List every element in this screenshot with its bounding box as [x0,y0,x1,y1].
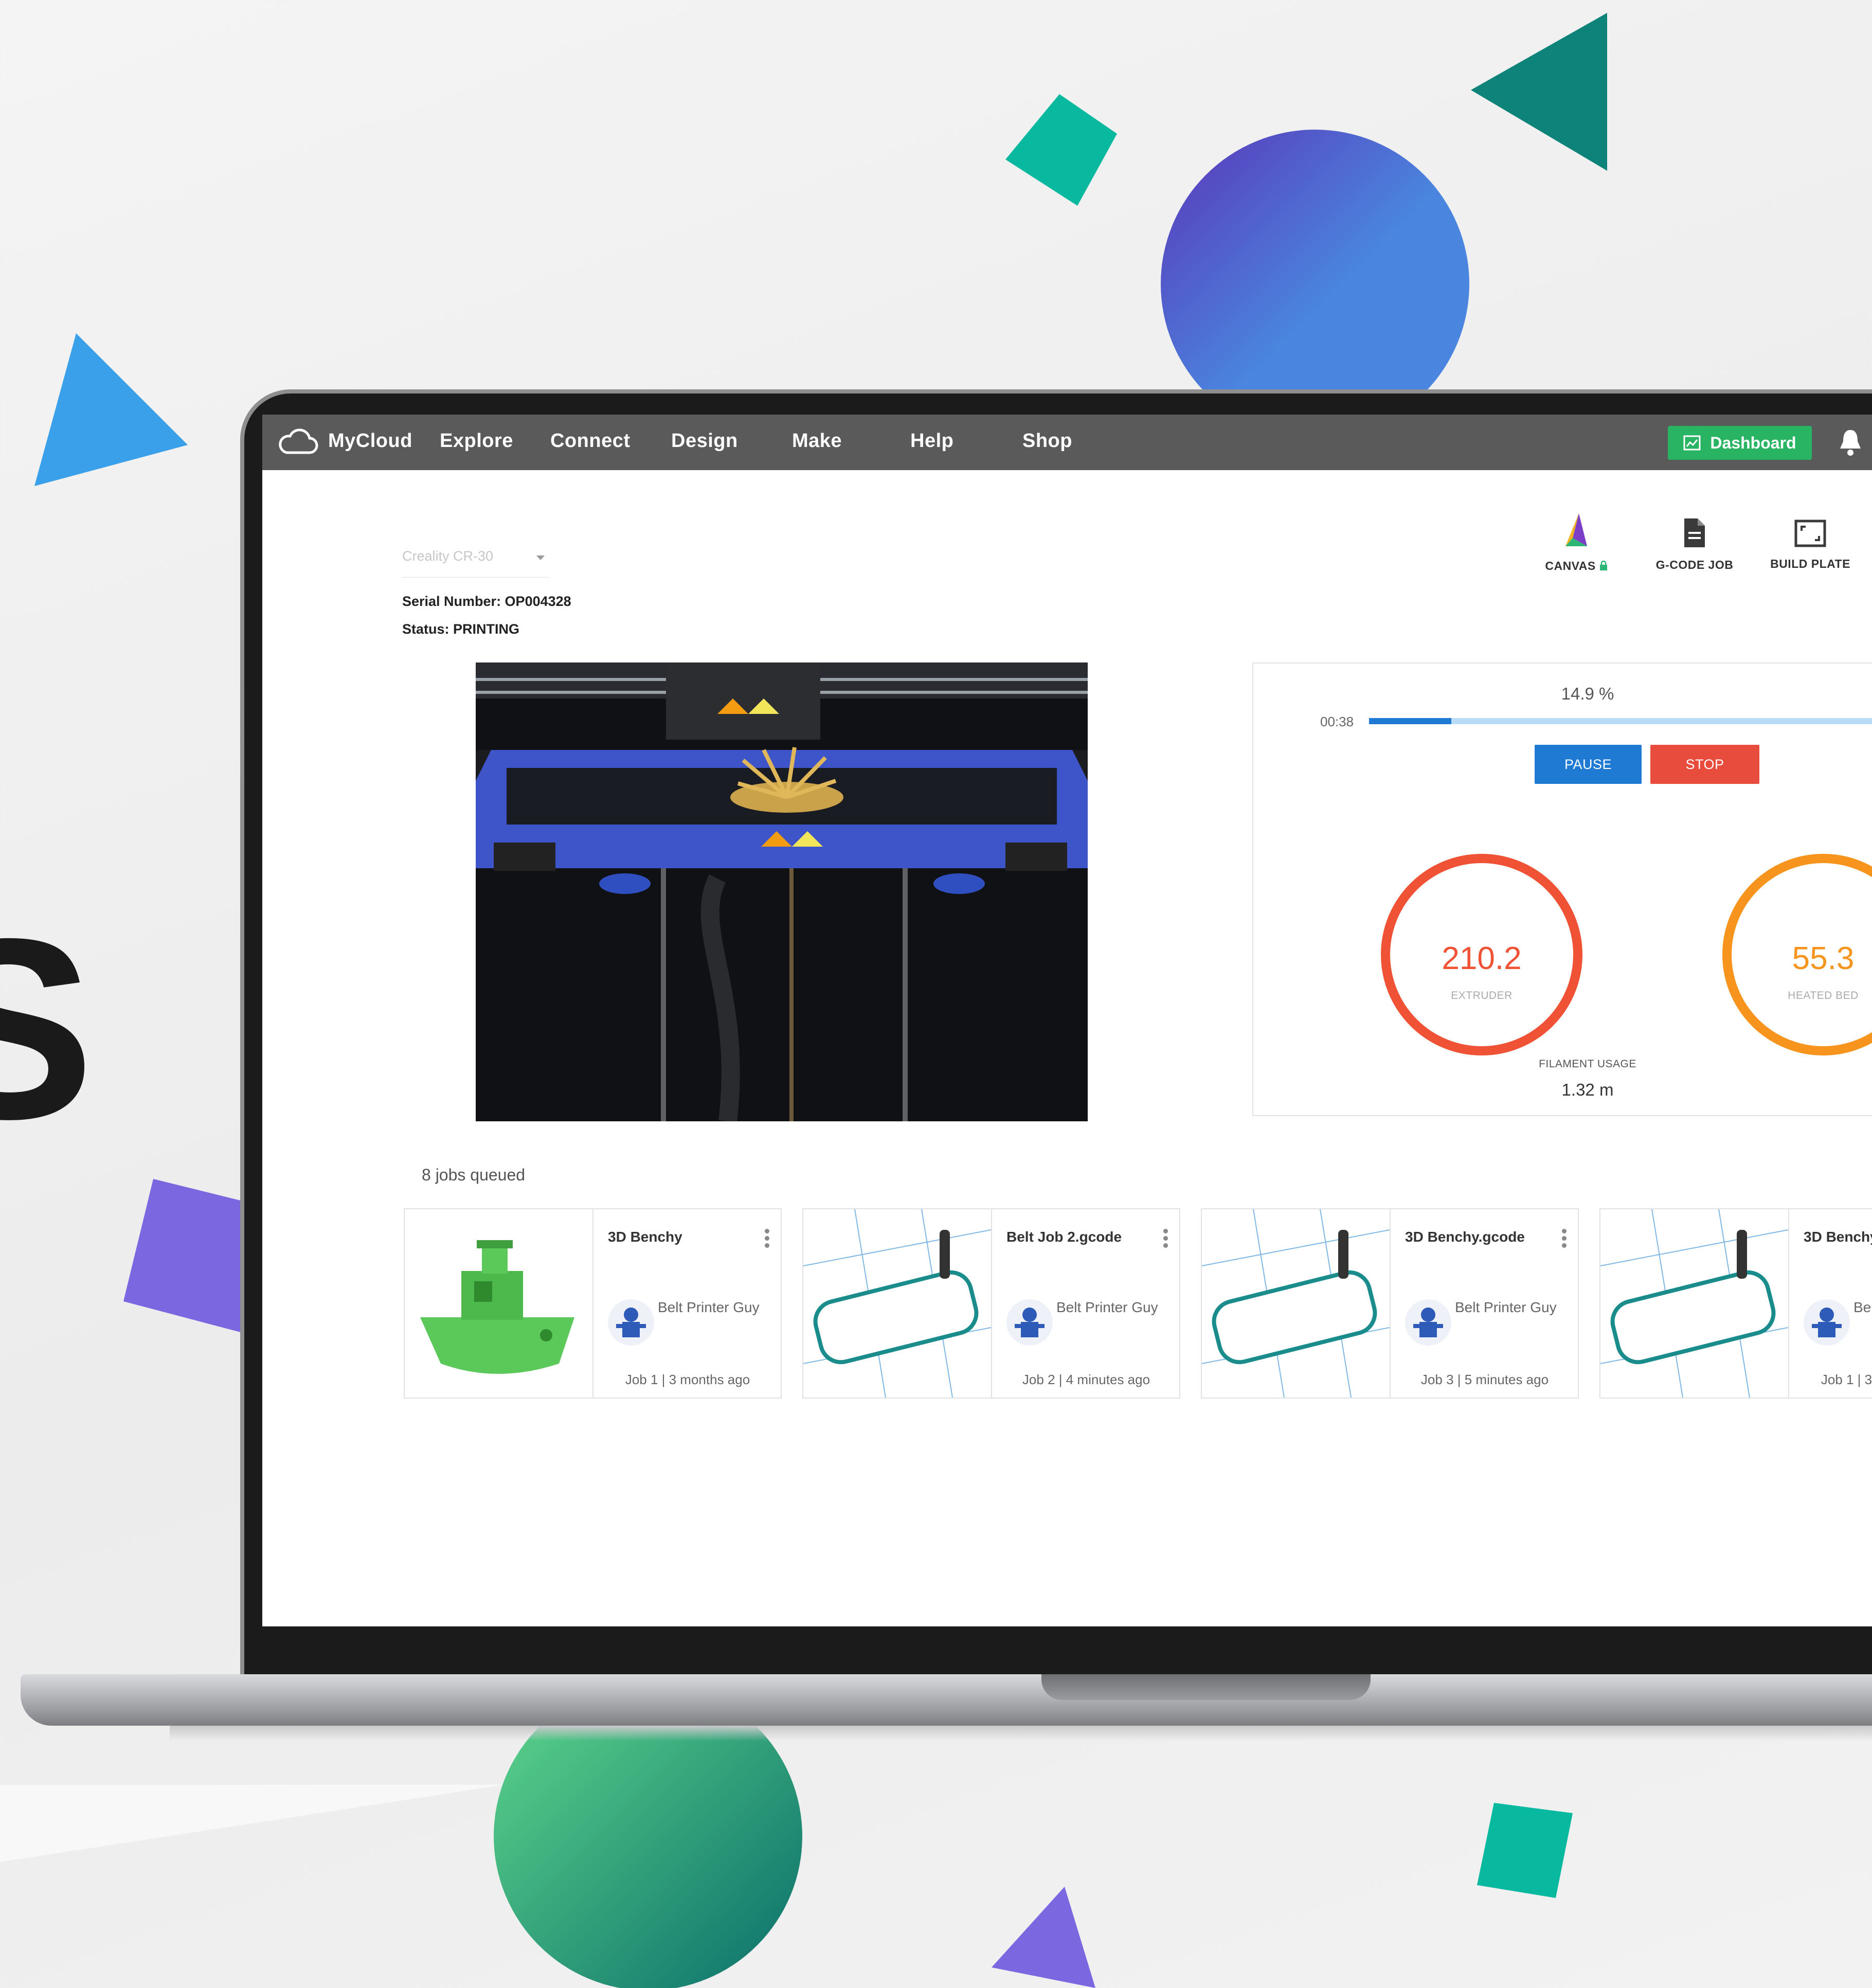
light-wedge [0,1785,504,1862]
bed-temp-value: 55.3 [1792,941,1855,976]
extruder-label: EXTRUDER [1451,990,1513,1001]
job-author: Belt Printer Guy [658,1299,760,1315]
purple-square-left [123,1179,257,1333]
progress-percent: 14.9 % [1561,684,1614,703]
laptop-shadow [170,1726,1872,1741]
nav-connect[interactable]: Connect [550,430,631,452]
job-card[interactable]: 3D Benchy Belt Printer Guy Job 1 | 3 mon… [404,1208,782,1399]
bed-label: HEATED BED [1788,990,1859,1001]
tool-gcode-job[interactable]: G-CODE JOB [1648,512,1741,572]
job-title: 3D Benchy.gcode [1405,1229,1525,1245]
blue-triangle-left [34,333,188,486]
build-plate-label: BUILD PLATE [1770,557,1850,570]
avatar [1804,1299,1850,1346]
job-title: 3D Benchy [608,1229,682,1245]
job-card[interactable]: 3D Benchy Belt Printer Guy Job 1 | 3 mon… [1599,1208,1872,1399]
job-author: Belt Printer Guy [1853,1299,1872,1315]
job-author: Belt Printer Guy [1455,1299,1557,1315]
laptop-base [21,1674,1872,1726]
extruder-temp-gauge: 210.2 EXTRUDER [1381,854,1582,1055]
nav-shop[interactable]: Shop [1022,430,1072,452]
lock-icon [1599,560,1607,570]
pause-button[interactable]: PAUSE [1535,745,1642,784]
nav-make[interactable]: Make [792,430,842,452]
purple-triangle-bottom [992,1887,1095,1988]
job-thumbnail-gcode [1600,1209,1789,1398]
canvas-logo-icon [1565,513,1587,546]
more-vertical-icon[interactable] [1562,1229,1567,1249]
top-navbar: MyCloud Explore Connect Design Make Help… [262,415,1872,470]
nav-help[interactable]: Help [910,430,953,452]
bed-temp-gauge: 55.3 HEATED BED [1722,854,1872,1055]
benchy-boat-image [420,1240,574,1374]
dashboard-label: Dashboard [1710,433,1796,452]
elapsed-time: 00:38 [1320,714,1354,729]
partial-heading-glyph: S [0,885,95,1172]
gcode-file-image [1202,1209,1390,1398]
app-screen: MyCloud Explore Connect Design Make Help… [262,415,1872,1626]
filament-usage-label: FILAMENT USAGE [1539,1058,1636,1070]
dashboard-icon [1683,435,1701,451]
job-thumbnail-benchy [405,1209,593,1398]
job-card[interactable]: 3D Benchy.gcode Belt Printer Guy Job 3 |… [1201,1208,1579,1399]
tool-build-plate[interactable]: BUILD PLATE [1764,512,1857,571]
progress-bar [1369,718,1872,724]
job-meta: Job 1 | 3 months ago [1821,1372,1872,1387]
gcode-file-image [803,1209,991,1398]
stop-button[interactable]: STOP [1650,745,1759,784]
avatar [608,1299,654,1346]
teal-square-bottom [1477,1803,1573,1898]
progress-bar-fill [1369,718,1452,724]
gcode-file-image [1600,1209,1788,1398]
jobs-queued-count: 8 jobs queued [422,1166,526,1184]
job-title: 3D Benchy [1804,1229,1872,1245]
filament-usage-value: 1.32 m [1561,1080,1614,1099]
printer-select-value: Creality CR-30 [402,548,494,564]
extruder-temp-value: 210.2 [1442,941,1522,976]
avatar [1405,1299,1451,1346]
job-meta: Job 3 | 5 minutes ago [1420,1372,1549,1387]
bell-icon[interactable] [1838,428,1863,457]
job-title: Belt Job 2.gcode [1006,1229,1122,1245]
nav-design[interactable]: Design [671,430,738,452]
nav-mycloud[interactable]: MyCloud [328,430,412,452]
job-meta: Job 1 | 3 months ago [625,1372,750,1387]
dashboard-button[interactable]: Dashboard [1668,426,1812,460]
job-thumbnail-gcode [1202,1209,1391,1398]
cloud-logo-icon[interactable] [278,428,319,457]
serial-number: Serial Number: OP004328 [402,594,571,609]
file-icon [1684,518,1705,547]
gcode-job-label: G-CODE JOB [1655,558,1734,571]
avatar [1006,1299,1053,1346]
more-vertical-icon[interactable] [765,1229,770,1249]
printer-select[interactable]: Creality CR-30 [402,548,549,578]
teal-triangle-top [1471,13,1607,171]
camera-feed [476,662,1088,1121]
job-author: Belt Printer Guy [1056,1299,1158,1315]
print-control-panel: 14.9 % 00:38 PAUSE STOP 210.2 EXTRUDER 5… [1252,662,1872,1116]
blue-circle [1161,130,1469,438]
nav-explore[interactable]: Explore [440,430,513,452]
build-plate-icon [1794,520,1826,547]
tool-canvas[interactable]: CANVAS [1530,512,1623,573]
job-thumbnail-gcode [803,1209,992,1398]
job-meta: Job 2 | 4 minutes ago [1022,1372,1150,1387]
laptop-notch [1041,1674,1371,1700]
printer-camera-image [476,662,1088,1121]
teal-square-top [1005,94,1117,206]
job-card[interactable]: Belt Job 2.gcode Belt Printer Guy Job 2 … [802,1208,1180,1399]
chevron-down-icon [536,556,545,560]
more-vertical-icon[interactable] [1163,1229,1168,1249]
printer-status: Status: PRINTING [402,621,520,637]
canvas-label: CANVAS [1545,559,1596,572]
